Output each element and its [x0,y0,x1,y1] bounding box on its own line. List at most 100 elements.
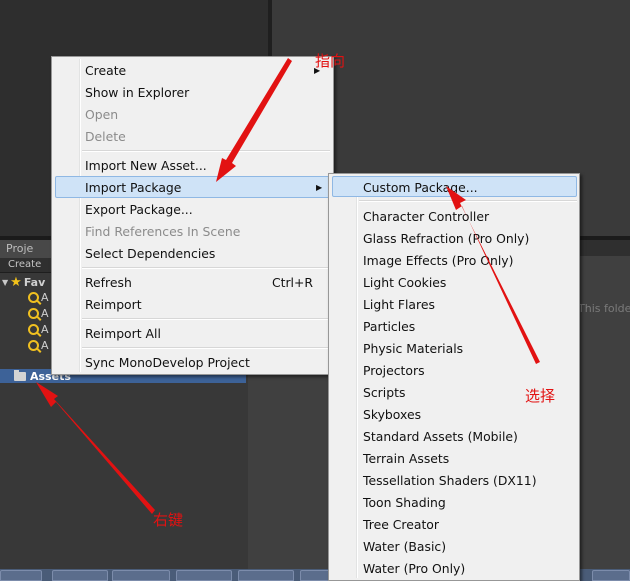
menu-item-find-references[interactable]: Find References In Scene [85,220,240,242]
favorite-item[interactable]: A [28,289,49,305]
search-icon [28,307,39,319]
menu-item-select-dependencies[interactable]: Select Dependencies [85,242,215,264]
annotation-select: 选择 [525,387,556,405]
menu-gutter [357,176,358,578]
submenu-item-image-effects[interactable]: Image Effects (Pro Only) [363,249,513,271]
empty-folder-message: This folde [578,302,630,315]
favorites-label: Fav [23,275,46,289]
menu-item-reimport[interactable]: Reimport [85,293,142,315]
submenu-item-physic-materials[interactable]: Physic Materials [363,337,463,359]
menu-item-show-in-explorer[interactable]: Show in Explorer [85,81,189,103]
submenu-item-tessellation-shaders[interactable]: Tessellation Shaders (DX11) [363,469,537,491]
menu-item-label: Import Package [85,179,182,195]
search-icon [28,291,39,303]
menu-item-label: Reimport [85,296,142,312]
favorite-item-label: A [41,338,49,352]
menu-item-label: Standard Assets (Mobile) [363,428,518,444]
menu-separator [82,318,330,320]
menu-item-delete[interactable]: Delete [85,125,126,147]
menu-item-label: Import New Asset... [85,157,207,173]
menu-item-label: Tessellation Shaders (DX11) [363,472,537,488]
menu-item-import-package-text[interactable]: Import Package [85,176,181,198]
menu-item-label: Sync MonoDevelop Project [85,354,250,370]
menu-item-label: Select Dependencies [85,245,216,261]
submenu-item-light-flares[interactable]: Light Flares [363,293,435,315]
menu-item-label: Water (Basic) [363,538,447,554]
taskbar-app-button[interactable] [112,570,170,581]
expand-triangle-icon[interactable]: ▼ [2,278,8,287]
submenu-item-standard-assets-mobile[interactable]: Standard Assets (Mobile) [363,425,518,447]
search-icon [28,339,39,351]
submenu-item-light-cookies[interactable]: Light Cookies [363,271,446,293]
submenu-item-character-controller[interactable]: Character Controller [363,205,489,227]
start-button[interactable] [0,570,42,581]
favorite-item[interactable]: A [28,305,49,321]
favorite-item-label: A [41,290,49,304]
taskbar-app-button[interactable] [52,570,108,581]
menu-item-sync-monodevelop[interactable]: Sync MonoDevelop Project [85,351,250,373]
menu-item-label: Create [85,62,127,78]
menu-item-label: Light Cookies [363,274,447,290]
submenu-item-glass-refraction[interactable]: Glass Refraction (Pro Only) [363,227,529,249]
menu-item-label: Show in Explorer [85,84,190,100]
project-tab-label: Proje [6,242,34,255]
submenu-item-water-basic[interactable]: Water (Basic) [363,535,446,557]
menu-item-label: Image Effects (Pro Only) [363,252,514,268]
submenu-item-terrain-assets[interactable]: Terrain Assets [363,447,449,469]
menu-separator [82,347,330,349]
taskbar-app-button[interactable] [300,570,330,581]
unity-editor-window: This folde Proje Create ▼ ★ Fav A A A A … [0,0,630,581]
menu-separator [82,267,330,269]
menu-item-label: Tree Creator [363,516,439,532]
taskbar-app-button[interactable] [176,570,232,581]
menu-item-create[interactable]: Create [85,59,126,81]
submenu-item-custom-package-text[interactable]: Custom Package... [363,176,478,198]
submenu-item-particles[interactable]: Particles [363,315,415,337]
submenu-item-toon-shading[interactable]: Toon Shading [363,491,446,513]
favorites-section[interactable]: ▼ ★ Fav [2,274,46,290]
submenu-item-skyboxes[interactable]: Skyboxes [363,403,421,425]
taskbar-app-button[interactable] [592,570,630,581]
project-tab[interactable]: Proje [0,240,52,258]
submenu-item-scripts[interactable]: Scripts [363,381,405,403]
folder-icon [14,369,26,381]
taskbar-app-button[interactable] [238,570,294,581]
menu-item-label: Reimport All [85,325,161,341]
menu-item-label: Refresh [85,274,132,290]
favorite-item-label: A [41,322,49,336]
menu-item-label: Projectors [363,362,425,378]
asset-context-menu: Create ▶ Show in Explorer Open Delete Im… [51,56,334,375]
submenu-item-tree-creator[interactable]: Tree Creator [363,513,439,535]
menu-item-label: Open [85,106,119,122]
menu-item-label: Physic Materials [363,340,464,356]
shortcut-label: Ctrl+R [271,274,313,290]
menu-separator [359,200,577,202]
menu-item-label: Export Package... [85,201,193,217]
menu-item-label: Particles [363,318,416,334]
menu-item-export-package[interactable]: Export Package... [85,198,193,220]
menu-separator [82,150,330,152]
menu-item-label: Terrain Assets [363,450,450,466]
submenu-arrow-icon: ▶ [316,182,323,192]
search-icon [28,323,39,335]
create-dropdown-button[interactable]: Create [8,259,41,270]
menu-item-label: Water (Pro Only) [363,560,466,576]
menu-item-label: Scripts [363,384,406,400]
favorite-item[interactable]: A [28,321,49,337]
menu-item-label: Character Controller [363,208,490,224]
menu-item-reimport-all[interactable]: Reimport All [85,322,161,344]
submenu-item-water-pro[interactable]: Water (Pro Only) [363,557,465,579]
menu-item-label: Light Flares [363,296,435,312]
favorite-item[interactable]: A [28,337,49,353]
submenu-item-projectors[interactable]: Projectors [363,359,425,381]
menu-item-import-new-asset[interactable]: Import New Asset... [85,154,207,176]
menu-item-label: Skyboxes [363,406,422,422]
menu-gutter [80,59,81,372]
menu-item-open[interactable]: Open [85,103,118,125]
menu-item-label: Glass Refraction (Pro Only) [363,230,530,246]
star-icon: ★ [10,274,22,290]
menu-item-refresh[interactable]: Refresh Ctrl+R [85,271,325,293]
menu-item-label: Delete [85,128,126,144]
menu-item-label: Custom Package... [363,179,478,195]
import-package-submenu: Custom Package... Character Controller G… [328,173,580,581]
